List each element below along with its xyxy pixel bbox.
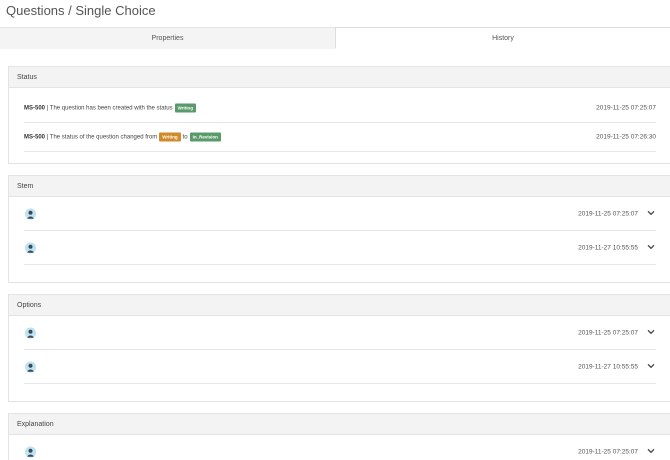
avatar xyxy=(25,446,36,457)
user-avatar-icon xyxy=(25,208,36,219)
avatar xyxy=(25,208,36,219)
user-avatar-icon xyxy=(25,242,36,253)
status-badge-writing: Writing xyxy=(159,132,181,142)
chevron-down-icon[interactable] xyxy=(646,360,656,370)
avatar xyxy=(25,361,36,372)
status-panel: Status MS-500 | The question has been cr… xyxy=(8,66,670,164)
history-row: 2019-11-25 07:25:07 xyxy=(24,316,656,350)
history-row: 2019-11-25 07:25:07 xyxy=(24,197,656,231)
user-avatar-icon xyxy=(25,327,36,338)
status-message: | The status of the question changed fro… xyxy=(46,134,158,140)
user-avatar-icon xyxy=(25,446,36,457)
avatar xyxy=(25,327,36,338)
status-badge-in-revision: In_Revision xyxy=(189,132,221,142)
tab-history[interactable]: History xyxy=(335,27,670,49)
history-row: 2019-11-25 07:25:07 xyxy=(24,435,656,460)
status-badge-writing: Writing xyxy=(174,103,196,113)
tab-properties[interactable]: Properties xyxy=(0,27,335,49)
row-timestamp: 2019-11-25 07:26:30 xyxy=(596,133,656,141)
explanation-panel-header: Explanation xyxy=(9,414,670,435)
status-row: MS-500 | The question has been created w… xyxy=(24,94,656,123)
chevron-down-icon[interactable] xyxy=(646,445,656,455)
row-timestamp: 2019-11-25 07:25:07 xyxy=(596,104,656,112)
history-row: 2019-11-27 10:55:55 xyxy=(24,231,656,265)
status-message: | The question has been created with the… xyxy=(46,105,173,111)
question-code[interactable]: MS-500 xyxy=(24,134,45,140)
options-panel: Options 2019-11-25 07:25:07 2019-11-27 1… xyxy=(8,294,670,402)
chevron-down-icon[interactable] xyxy=(646,241,656,251)
status-panel-header: Status xyxy=(9,67,670,88)
explanation-panel: Explanation 2019-11-25 07:25:07 xyxy=(8,413,670,460)
avatar xyxy=(25,242,36,253)
status-row: MS-500 | The status of the question chan… xyxy=(24,123,656,152)
tab-bar: Properties History xyxy=(0,27,670,49)
history-row: 2019-11-27 10:55:55 xyxy=(24,350,656,384)
chevron-down-icon[interactable] xyxy=(646,207,656,217)
status-connector: to xyxy=(182,134,188,140)
row-timestamp: 2019-11-25 07:25:07 xyxy=(578,448,638,455)
stem-panel: Stem 2019-11-25 07:25:07 2019-11-27 10:5… xyxy=(8,175,670,283)
row-timestamp: 2019-11-25 07:25:07 xyxy=(578,210,638,217)
page-title: Questions / Single Choice xyxy=(6,3,156,18)
user-avatar-icon xyxy=(25,361,36,372)
row-timestamp: 2019-11-27 10:55:55 xyxy=(578,244,638,251)
stem-panel-header: Stem xyxy=(9,176,670,197)
row-timestamp: 2019-11-27 10:55:55 xyxy=(578,363,638,370)
options-panel-header: Options xyxy=(9,295,670,316)
row-timestamp: 2019-11-25 07:25:07 xyxy=(578,329,638,336)
chevron-down-icon[interactable] xyxy=(646,326,656,336)
status-row-text: MS-500 | The question has been created w… xyxy=(24,103,198,113)
status-row-text: MS-500 | The status of the question chan… xyxy=(24,132,223,142)
question-code[interactable]: MS-500 xyxy=(24,105,45,111)
